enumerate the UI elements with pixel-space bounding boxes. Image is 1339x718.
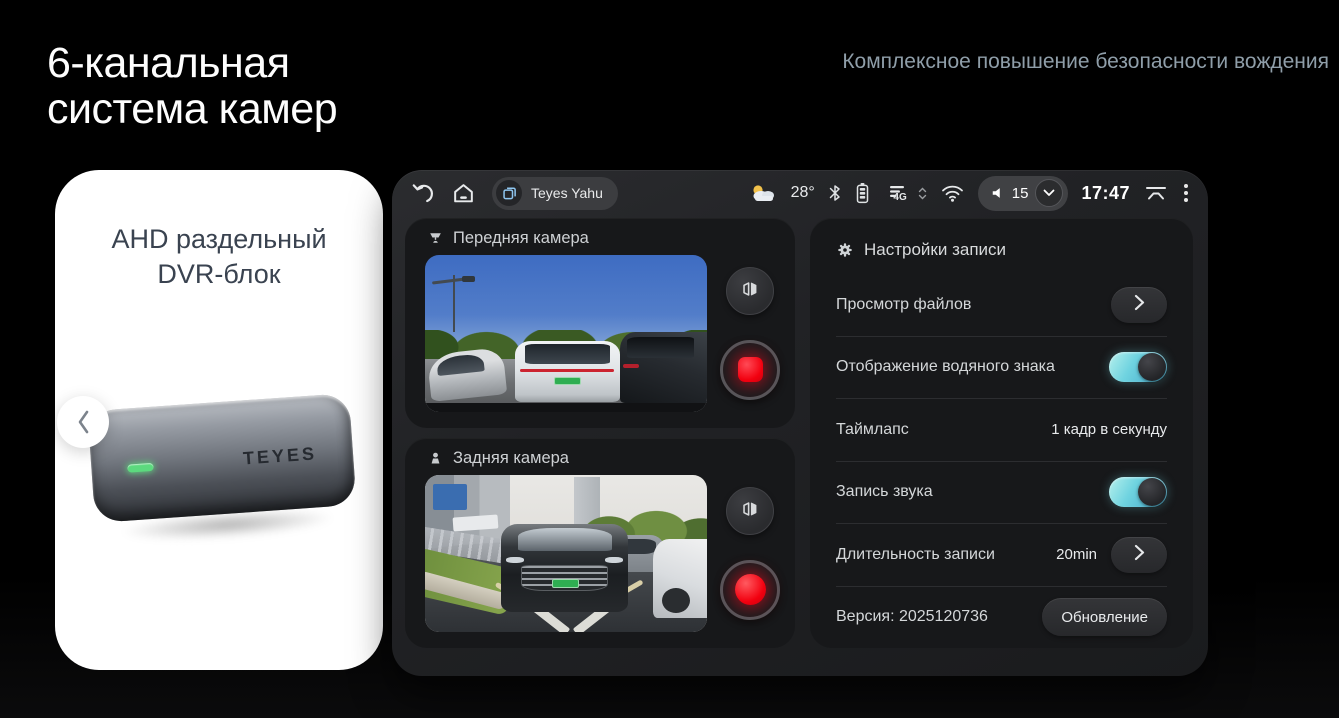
front-camera-card: Передняя камера: [405, 218, 795, 428]
record-stop-icon: [738, 357, 763, 382]
scene-dark-suv: [620, 332, 707, 403]
audio-record-toggle[interactable]: [1109, 477, 1167, 507]
dual-view-icon: [739, 498, 761, 525]
home-icon[interactable]: [451, 181, 476, 206]
rear-camera-card: Задняя камера: [405, 438, 795, 648]
watermark-toggle[interactable]: [1109, 352, 1167, 382]
back-icon[interactable]: [410, 181, 435, 206]
dvr-device-image: TEYES: [87, 393, 356, 523]
clock-label: 17:47: [1081, 183, 1130, 204]
status-bar: Teyes Yahu 28°: [392, 170, 1208, 216]
weather-icon: [748, 182, 778, 204]
dvr-device-card: AHD раздельный DVR-блок TEYES: [55, 170, 383, 670]
temperature-label: 28°: [791, 184, 815, 202]
settings-row-timelapse[interactable]: Таймлапс 1 кадр в секунду: [836, 398, 1167, 461]
app-switcher-icon: [496, 180, 522, 206]
rear-dual-view-button[interactable]: [726, 487, 774, 535]
page: 6-канальная система камер Комплексное по…: [0, 0, 1339, 718]
volume-level: 15: [1012, 185, 1029, 202]
collapse-bar-icon[interactable]: [1143, 184, 1169, 202]
front-camera-icon: [427, 230, 444, 247]
chevron-left-icon: [76, 409, 91, 435]
status-bar-left: Teyes Yahu: [410, 177, 618, 210]
front-camera-header: Передняя камера: [427, 229, 589, 248]
dual-view-icon: [739, 278, 761, 305]
settings-title: Настройки записи: [864, 240, 1006, 260]
scene-dashboard: [425, 403, 707, 412]
scene-black-sedan: [501, 524, 628, 612]
page-title-line1: 6-канальная: [47, 40, 337, 86]
volume-pill[interactable]: 15: [978, 176, 1069, 211]
cellular-signal-icon: 4G: [883, 181, 913, 205]
rear-camera-label: Задняя камера: [453, 449, 569, 468]
chevron-right-icon: [1134, 544, 1145, 566]
app-name: Teyes Yahu: [531, 185, 603, 201]
front-dual-view-button[interactable]: [726, 267, 774, 315]
scene-streetlight: [453, 275, 455, 332]
menu-icon[interactable]: [1182, 182, 1190, 204]
rear-record-button[interactable]: [720, 560, 780, 620]
front-record-button[interactable]: [720, 340, 780, 400]
network-type-label: 4G: [893, 192, 906, 203]
record-settings-card: Настройки записи Просмотр файлов Отображ…: [810, 218, 1193, 648]
rear-camera-view: [425, 475, 707, 632]
rear-camera-header: Задняя камера: [427, 449, 569, 468]
view-files-button[interactable]: [1111, 287, 1167, 323]
settings-header: Настройки записи: [836, 218, 1167, 274]
front-camera-view: [425, 255, 707, 412]
rear-camera-controls: [714, 475, 786, 632]
front-camera-scene: [425, 255, 707, 412]
gear-icon: [836, 241, 854, 259]
head-unit-screen: Teyes Yahu 28°: [392, 170, 1208, 676]
bluetooth-icon: [828, 183, 842, 203]
scene-white-car: [653, 539, 707, 618]
duration-button[interactable]: [1111, 537, 1167, 573]
page-title: 6-канальная система камер: [47, 40, 337, 133]
front-camera-label: Передняя камера: [453, 229, 589, 248]
wifi-icon: [940, 183, 965, 203]
app-pill[interactable]: Teyes Yahu: [492, 177, 618, 210]
status-bar-right: 28°: [748, 176, 1190, 211]
settings-row-view-files[interactable]: Просмотр файлов: [836, 274, 1167, 336]
dvr-card-title-line2: DVR-блок: [55, 257, 383, 292]
rear-camera-scene: [425, 475, 707, 632]
settings-row-duration[interactable]: Длительность записи 20min: [836, 523, 1167, 586]
duration-value: 20min: [1056, 546, 1097, 563]
dvr-card-title-line1: AHD раздельный: [55, 222, 383, 257]
data-updown-arrows-icon: [918, 187, 927, 200]
settings-row-watermark[interactable]: Отображение водяного знака: [836, 336, 1167, 399]
page-title-line2: система камер: [47, 86, 337, 132]
dvr-card-title: AHD раздельный DVR-блок: [55, 222, 383, 292]
record-icon: [735, 574, 766, 605]
volume-expand-button[interactable]: [1035, 179, 1063, 207]
chevron-right-icon: [1134, 294, 1145, 316]
timelapse-value: 1 кадр в секунду: [1051, 421, 1167, 438]
scene-white-suv: [515, 341, 619, 402]
license-plate: [552, 579, 579, 588]
page-subtitle: Комплексное повышение безопасности вожде…: [842, 50, 1329, 74]
volume-icon: [991, 186, 1005, 200]
version-label: Версия: 2025120736: [836, 608, 988, 626]
update-button[interactable]: Обновление: [1042, 598, 1167, 636]
rear-camera-icon: [427, 450, 444, 467]
prev-slide-button[interactable]: [57, 396, 109, 448]
license-plate: [554, 377, 581, 384]
toggle-knob: [1138, 478, 1166, 506]
front-camera-controls: [714, 255, 786, 412]
battery-icon: [855, 182, 870, 204]
toggle-knob: [1138, 353, 1166, 381]
settings-row-version: Версия: 2025120736 Обновление: [836, 586, 1167, 649]
settings-row-audio[interactable]: Запись звука: [836, 461, 1167, 524]
